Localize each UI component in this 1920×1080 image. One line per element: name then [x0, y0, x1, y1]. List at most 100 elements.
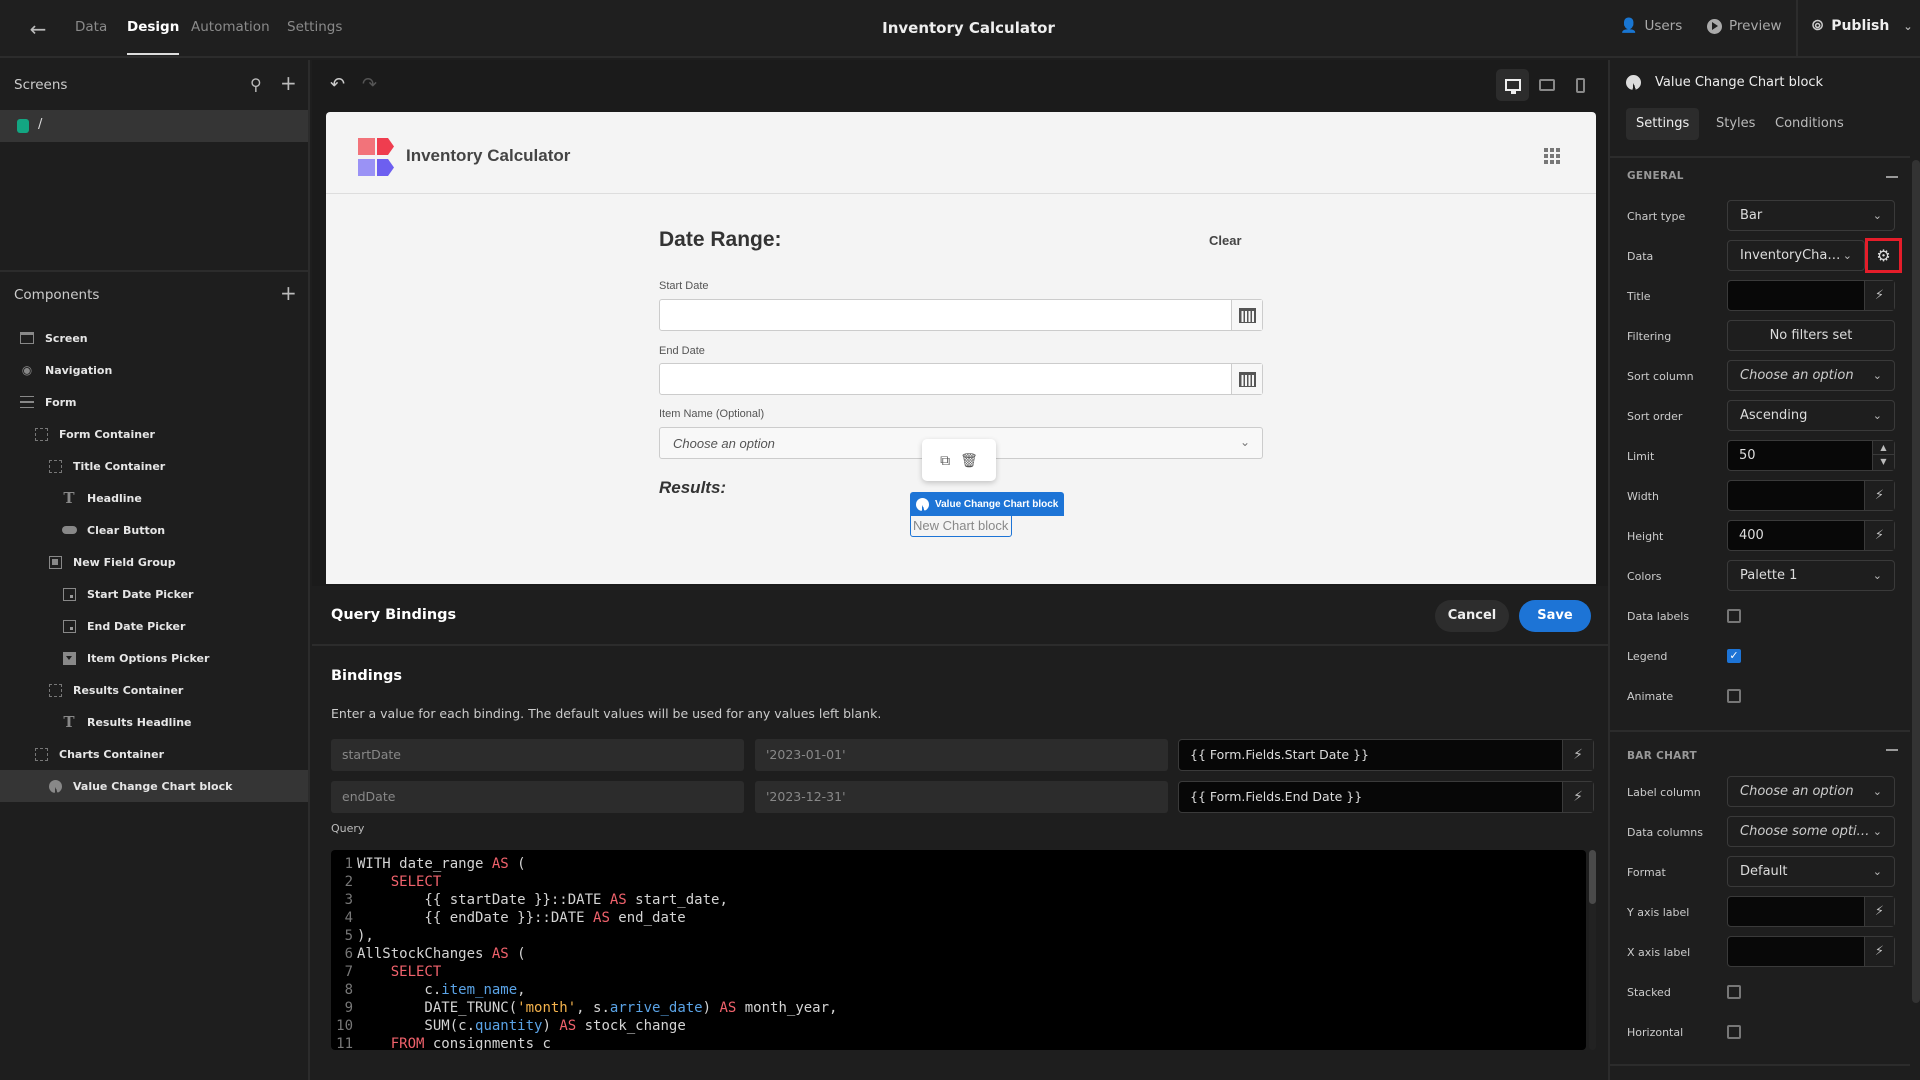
lightning-bolt-icon[interactable]: ⚡︎: [1562, 782, 1593, 812]
users-button[interactable]: 👤 Users: [1620, 18, 1682, 34]
tab-settings[interactable]: Settings: [1626, 108, 1700, 140]
tree-item[interactable]: Charts Container: [0, 738, 308, 770]
code-token: item_name: [441, 982, 518, 998]
chart-block[interactable]: New Chart block: [910, 515, 1012, 537]
clear-button[interactable]: Clear: [1209, 233, 1242, 248]
y-axis-label-input[interactable]: ⚡︎: [1727, 896, 1895, 927]
colors-select[interactable]: Palette 1 ⌄: [1727, 560, 1895, 591]
apps-grid-icon[interactable]: [1544, 148, 1560, 164]
tab-styles[interactable]: Styles: [1706, 108, 1765, 140]
duplicate-icon[interactable]: ⧉: [940, 452, 950, 469]
end-date-picker[interactable]: [659, 363, 1263, 395]
lightning-bolt-icon[interactable]: ⚡︎: [1864, 937, 1894, 966]
search-icon[interactable]: ⚲: [250, 76, 262, 94]
tree-item[interactable]: Start Date Picker: [0, 578, 308, 610]
code-token: SELECT: [390, 874, 442, 890]
limit-stepper[interactable]: 50 ▲ ▼: [1727, 440, 1895, 471]
tree-item[interactable]: Form: [0, 386, 308, 418]
chevron-down-icon: ⌄: [1842, 249, 1852, 262]
tree-item[interactable]: ◉ Navigation: [0, 354, 308, 386]
code-token: AS: [609, 892, 627, 908]
sort-column-select[interactable]: Choose an option ⌄: [1727, 360, 1895, 391]
data-labels-checkbox[interactable]: [1727, 609, 1741, 623]
code-token: quantity: [475, 1018, 543, 1034]
limit-spinner[interactable]: ▲ ▼: [1872, 441, 1894, 470]
tree-item[interactable]: Clear Button: [0, 514, 308, 546]
users-label: Users: [1644, 18, 1683, 34]
chevron-down-icon[interactable]: ▼: [1873, 455, 1894, 469]
trash-icon[interactable]: 🗑: [960, 452, 978, 469]
end-date-calendar-button[interactable]: [1231, 364, 1262, 394]
screen-item-root[interactable]: /: [0, 110, 308, 142]
chart-type-select[interactable]: Bar ⌄: [1727, 200, 1895, 231]
save-button[interactable]: Save: [1519, 600, 1591, 632]
lightning-bolt-icon[interactable]: ⚡︎: [1864, 281, 1894, 310]
tab-conditions[interactable]: Conditions: [1765, 108, 1854, 140]
animate-checkbox[interactable]: [1727, 689, 1741, 703]
code-token: ),: [357, 928, 374, 944]
settings-scrollbar[interactable]: [1912, 160, 1920, 1003]
publish-button[interactable]: ⦾ Publish ⌄: [1812, 18, 1913, 34]
query-label: Query: [331, 822, 365, 835]
sort-order-select[interactable]: Ascending ⌄: [1727, 400, 1895, 431]
container-icon: [33, 427, 49, 441]
animate-label: Animate: [1627, 690, 1674, 703]
desktop-icon: [1504, 79, 1521, 94]
label-column-select[interactable]: Choose an option ⌄: [1727, 776, 1895, 807]
title-input[interactable]: ⚡︎: [1727, 280, 1895, 311]
selected-component-tag[interactable]: Value Change Chart block: [910, 492, 1065, 516]
tree-item[interactable]: End Date Picker: [0, 610, 308, 642]
query-code-editor[interactable]: 1 WITH date_range AS (2 SELECT 3 {{ startD…: [331, 850, 1586, 1050]
stacked-checkbox[interactable]: [1727, 985, 1741, 999]
collapse-general-icon[interactable]: [1886, 176, 1898, 178]
width-input[interactable]: ⚡︎: [1727, 480, 1895, 511]
add-screen-icon[interactable]: +: [280, 73, 297, 93]
data-settings-gear-button[interactable]: ⚙: [1865, 238, 1902, 273]
data-columns-select[interactable]: Choose some opti… ⌄: [1727, 816, 1895, 847]
tree-item[interactable]: Value Change Chart block: [0, 770, 308, 802]
lightning-bolt-icon[interactable]: ⚡︎: [1864, 897, 1894, 926]
redo-icon[interactable]: ↷: [362, 74, 377, 95]
height-input[interactable]: 400 ⚡︎: [1727, 520, 1895, 551]
add-component-icon[interactable]: +: [280, 283, 297, 303]
tree-item[interactable]: Form Container: [0, 418, 308, 450]
format-label: Format: [1627, 866, 1666, 879]
tablet-view-button[interactable]: [1530, 69, 1563, 101]
binding-value-input[interactable]: {{ Form.Fields.Start Date }} ⚡︎: [1178, 739, 1594, 771]
lightning-bolt-icon[interactable]: ⚡︎: [1562, 740, 1593, 770]
data-source-select[interactable]: InventoryCha… ⌄: [1727, 240, 1865, 271]
filtering-button[interactable]: No filters set: [1727, 320, 1895, 351]
binding-value-input[interactable]: {{ Form.Fields.End Date }} ⚡︎: [1178, 781, 1594, 813]
chevron-down-icon[interactable]: ⌄: [1903, 20, 1912, 33]
lightning-bolt-icon[interactable]: ⚡︎: [1864, 521, 1894, 550]
preview-button[interactable]: Preview: [1707, 18, 1782, 34]
code-token: AS: [593, 910, 610, 926]
code-token: FROM: [390, 1036, 425, 1050]
lightning-bolt-icon[interactable]: ⚡︎: [1864, 481, 1894, 510]
tree-item[interactable]: T Headline: [0, 482, 308, 514]
format-select[interactable]: Default ⌄: [1727, 856, 1895, 887]
start-date-picker[interactable]: [659, 299, 1263, 331]
code-token: stock_change: [576, 1018, 686, 1034]
app-preview-canvas: Inventory Calculator Date Range: Clear S…: [326, 112, 1596, 584]
start-date-calendar-button[interactable]: [1231, 300, 1262, 330]
legend-checkbox[interactable]: ✓: [1727, 649, 1741, 663]
tree-item[interactable]: New Field Group: [0, 546, 308, 578]
tree-item[interactable]: Screen: [0, 322, 308, 354]
tree-item[interactable]: Title Container: [0, 450, 308, 482]
horizontal-checkbox[interactable]: [1727, 1025, 1741, 1039]
collapse-bar-chart-icon[interactable]: [1886, 749, 1898, 751]
x-axis-label-input[interactable]: ⚡︎: [1727, 936, 1895, 967]
undo-icon[interactable]: ↶: [330, 74, 345, 95]
tree-item[interactable]: T Results Headline: [0, 706, 308, 738]
calendar-icon: [1238, 371, 1256, 387]
tree-item[interactable]: Item Options Picker: [0, 642, 308, 674]
chevron-up-icon[interactable]: ▲: [1873, 441, 1894, 455]
mobile-view-button[interactable]: [1564, 69, 1597, 101]
code-token: end_date: [609, 910, 686, 926]
editor-scrollbar[interactable]: [1589, 850, 1596, 1050]
desktop-view-button[interactable]: [1496, 69, 1529, 101]
tree-item[interactable]: Results Container: [0, 674, 308, 706]
cancel-button[interactable]: Cancel: [1435, 600, 1509, 632]
